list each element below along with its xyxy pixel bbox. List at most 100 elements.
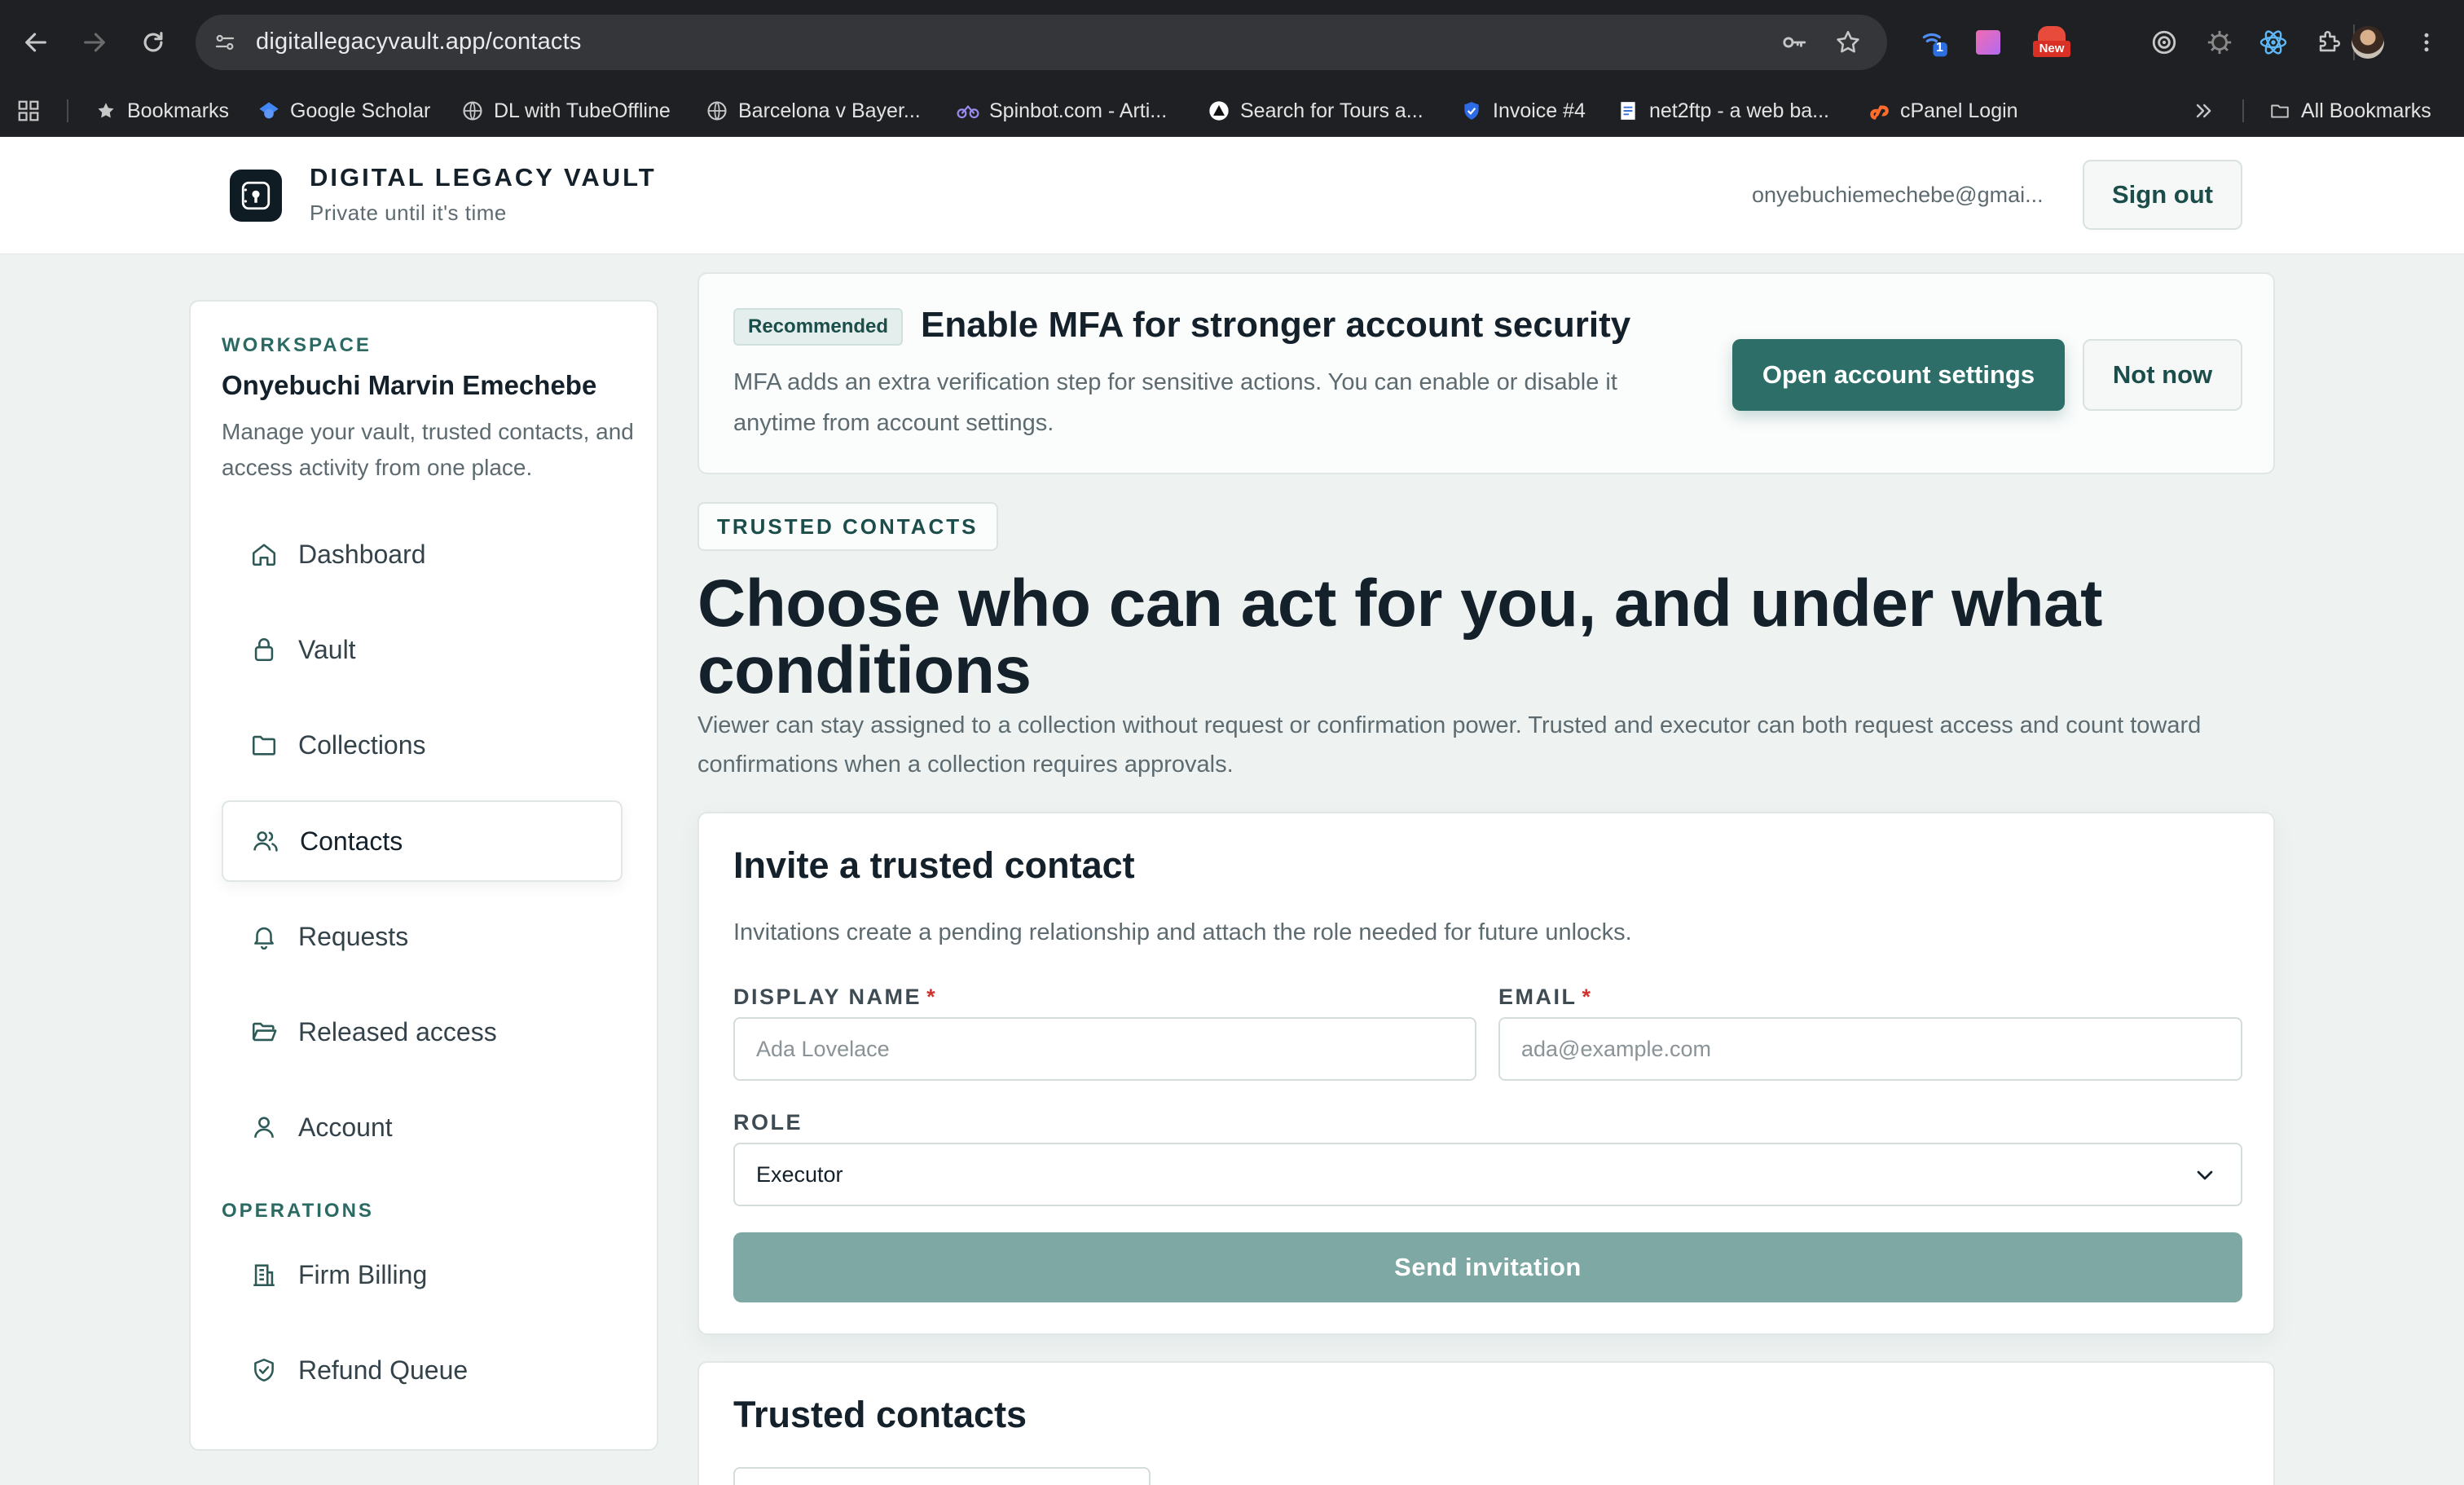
bookmarks-bar: Bookmarks Google Scholar DL with TubeOff…	[0, 85, 2464, 137]
role-select-value: Executor	[756, 1162, 843, 1187]
contacts-filter-field[interactable]	[733, 1467, 1151, 1485]
bell-icon	[248, 920, 280, 953]
url-text[interactable]: digitallegacyvault.app/contacts	[256, 29, 582, 55]
bookmark-label: Bookmarks	[127, 99, 230, 122]
browser-menu-icon[interactable]	[2410, 26, 2443, 59]
workspace-name: Onyebuchi Marvin Emechebe	[222, 370, 597, 400]
bookmark-item[interactable]: Search for Tours a...	[1208, 95, 1423, 127]
extension-new-icon[interactable]: New	[2027, 26, 2076, 59]
profile-avatar[interactable]	[2352, 26, 2384, 59]
section-pill: TRUSTED CONTACTS	[697, 502, 998, 551]
folder-icon	[2268, 99, 2291, 122]
browser-toolbar: digitallegacyvault.app/contacts 1 New	[0, 0, 2464, 85]
workspace-description: Manage your vault, trusted contacts, and…	[222, 419, 634, 480]
star-icon	[95, 99, 117, 122]
sidebar-item-label: Released access	[298, 1016, 497, 1047]
sidebar-item-label: Collections	[298, 729, 426, 760]
display-name-input[interactable]	[733, 1017, 1476, 1081]
sidebar-item-label: Firm Billing	[298, 1259, 428, 1289]
extension-cast-icon[interactable]: 1	[1918, 26, 1951, 59]
brand-name: DIGITAL LEGACY VAULT	[310, 163, 657, 192]
bookmarks-divider	[67, 99, 68, 122]
forward-button[interactable]	[77, 24, 112, 60]
invite-card-title: Invite a trusted contact	[733, 844, 1135, 886]
reload-icon	[143, 32, 163, 52]
all-bookmarks[interactable]: All Bookmarks	[2268, 95, 2431, 127]
role-select[interactable]: Executor	[733, 1143, 2242, 1206]
chevron-down-icon	[2197, 1170, 2213, 1180]
sidebar-item-contacts[interactable]: Contacts	[222, 800, 623, 882]
folder-icon	[248, 729, 280, 761]
extensions-puzzle-icon[interactable]	[2312, 26, 2345, 59]
bookmark-item[interactable]: DL with TubeOffline	[461, 95, 671, 127]
email-input[interactable]	[1498, 1017, 2242, 1081]
bookmarks-divider	[2242, 99, 2244, 122]
sidebar-item-label: Contacts	[300, 826, 403, 856]
back-button[interactable]	[18, 24, 54, 60]
more-bookmarks-chevron-icon[interactable]	[2192, 95, 2215, 127]
apps-grid-icon[interactable]	[16, 95, 41, 127]
open-account-settings-button[interactable]: Open account settings	[1732, 339, 2065, 411]
brand-tagline: Private until it's time	[310, 200, 507, 225]
all-bookmarks-label: All Bookmarks	[2301, 99, 2431, 122]
address-bar[interactable]: digitallegacyvault.app/contacts	[196, 15, 1887, 70]
bookmark-label: cPanel Login	[1900, 99, 2018, 122]
bookmark-item[interactable]: cPanel Login	[1868, 95, 2018, 127]
sidebar-item-firm-billing[interactable]: Firm Billing	[222, 1234, 623, 1315]
bookmark-item[interactable]: Google Scholar	[257, 95, 430, 127]
required-mark: *	[1582, 985, 1593, 1009]
extension-react-icon[interactable]	[2257, 26, 2290, 59]
user-email: onyebuchiemechebe@gmai...	[1752, 183, 2044, 207]
cpanel-icon	[1868, 99, 1890, 122]
bookmark-item[interactable]: Barcelona v Bayer...	[706, 95, 921, 127]
mfa-title: Enable MFA for stronger account security	[921, 305, 1631, 345]
bookmark-star-icon[interactable]	[1833, 28, 1863, 57]
extension-gradient-icon[interactable]	[1972, 26, 2004, 59]
shield-check-icon	[248, 1354, 280, 1386]
required-mark: *	[926, 985, 938, 1009]
building-icon	[248, 1258, 280, 1291]
sidebar-item-refund-queue[interactable]: Refund Queue	[222, 1329, 623, 1411]
extension-new-badge: New	[2033, 41, 2070, 57]
operations-label: OPERATIONS	[222, 1200, 374, 1222]
lock-icon	[248, 633, 280, 666]
bookmark-label: Search for Tours a...	[1240, 99, 1423, 122]
vault-logo-icon[interactable]	[230, 170, 282, 222]
bookmark-item[interactable]: Spinbot.com - Arti...	[957, 95, 1167, 127]
mfa-banner: Recommended Enable MFA for stronger acco…	[697, 272, 2275, 474]
extension-target-icon[interactable]	[2148, 26, 2180, 59]
sidebar-item-label: Refund Queue	[298, 1355, 469, 1385]
sidebar-item-dashboard[interactable]: Dashboard	[222, 513, 623, 595]
bookmark-item[interactable]: Invoice #4	[1460, 95, 1586, 127]
mfa-description: MFA adds an extra verification step for …	[733, 369, 1617, 436]
trusted-contacts-card: Trusted contacts	[697, 1361, 2275, 1485]
arrow-left-icon	[25, 33, 46, 52]
app-header: DIGITAL LEGACY VAULT Private until it's …	[0, 137, 2464, 254]
display-name-label: DISPLAY NAME *	[733, 985, 937, 1010]
send-invitation-button[interactable]: Send invitation	[733, 1232, 2242, 1302]
sidebar-item-released-access[interactable]: Released access	[222, 991, 623, 1073]
invite-card-description: Invitations create a pending relationshi…	[733, 919, 1632, 945]
sidebar-item-collections[interactable]: Collections	[222, 704, 623, 786]
folder-open-icon	[248, 1016, 280, 1048]
not-now-button[interactable]: Not now	[2083, 339, 2242, 411]
bookmark-item[interactable]: net2ftp - a web ba...	[1617, 95, 1829, 127]
display-name-label-text: DISPLAY NAME	[733, 985, 922, 1009]
sign-out-button[interactable]: Sign out	[2083, 160, 2242, 230]
user-icon	[248, 1111, 280, 1143]
workspace-label: WORKSPACE	[222, 334, 372, 356]
page-title: Choose who can act for you, and under wh…	[697, 566, 2102, 707]
sidebar-item-vault[interactable]: Vault	[222, 609, 623, 690]
globe-icon	[706, 99, 728, 122]
sidebar-item-requests[interactable]: Requests	[222, 896, 623, 977]
email-label: EMAIL *	[1498, 985, 1593, 1010]
password-key-icon[interactable]	[1780, 28, 1809, 57]
sidebar-item-account[interactable]: Account	[222, 1086, 623, 1168]
sidebar-item-label: Dashboard	[298, 539, 426, 569]
extension-gear-icon[interactable]	[2203, 26, 2236, 59]
site-settings-icon[interactable]	[210, 28, 240, 57]
reload-button[interactable]	[135, 24, 171, 60]
bookmark-label: net2ftp - a web ba...	[1649, 99, 1829, 122]
sidebar-item-label: Account	[298, 1112, 393, 1142]
bookmark-item[interactable]: Bookmarks	[95, 95, 229, 127]
